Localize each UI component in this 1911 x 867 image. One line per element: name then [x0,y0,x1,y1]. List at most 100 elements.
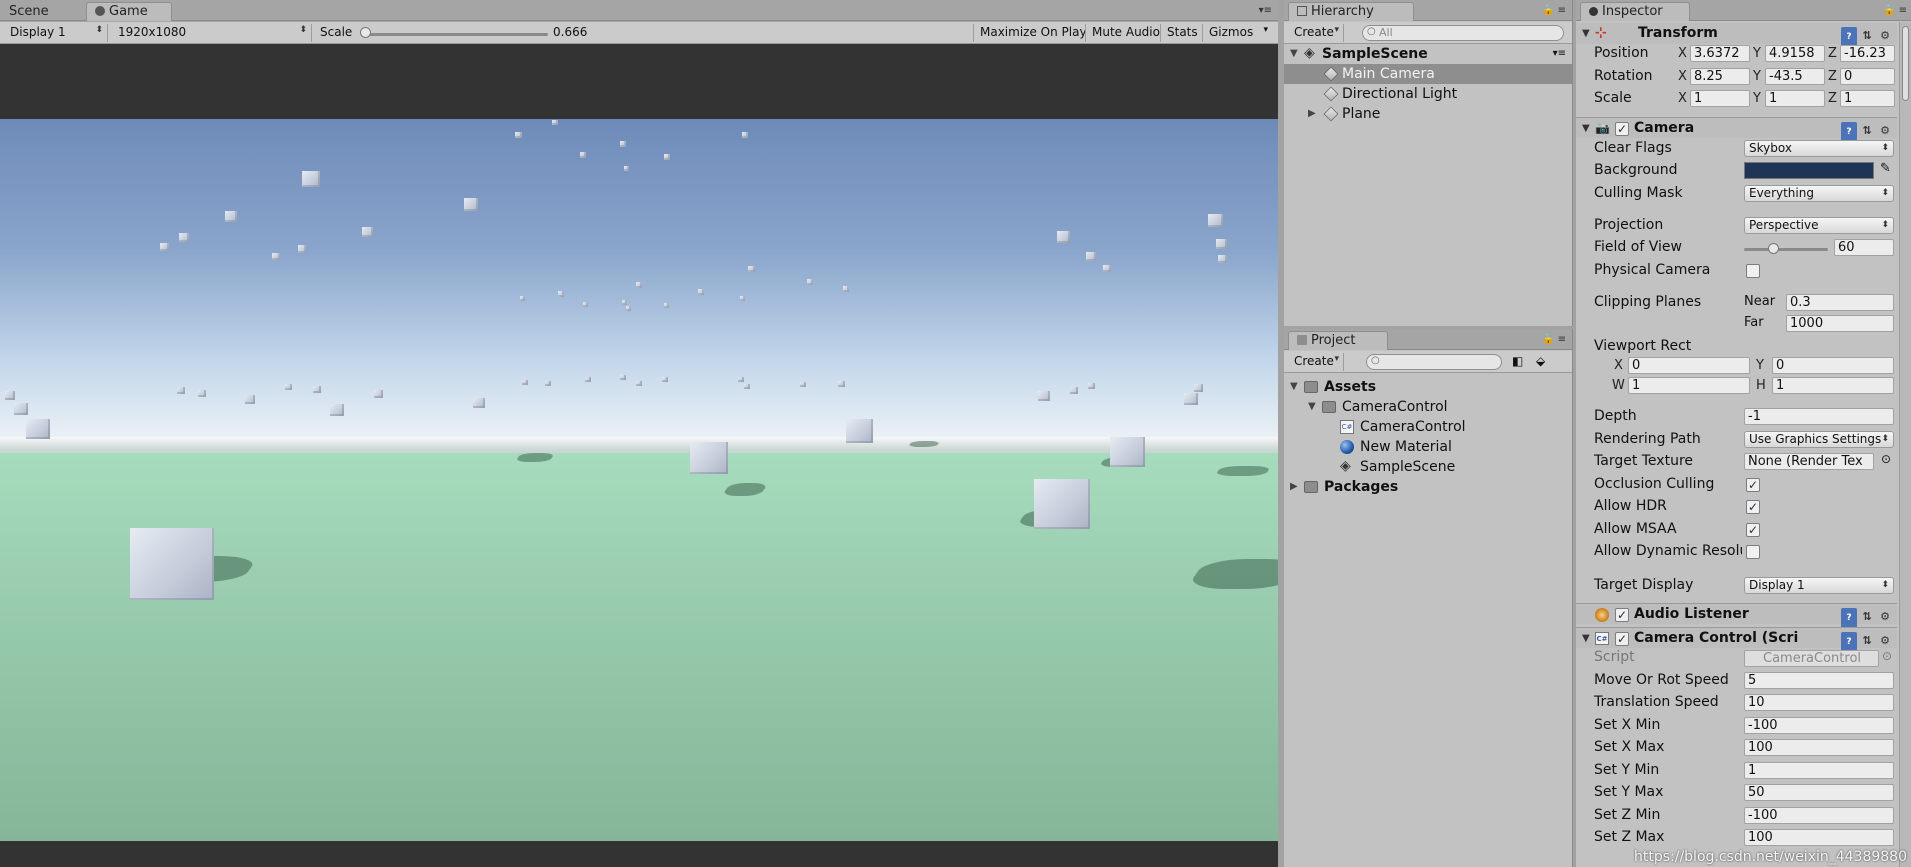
rotation-x-field[interactable]: 8.25 [1690,68,1750,85]
scale-slider-track[interactable] [362,33,548,36]
project-item-packages[interactable]: ▶ Packages [1284,477,1572,497]
fov-field[interactable]: 60 [1834,239,1894,256]
hierarchy-item-directional-light[interactable]: Directional Light [1284,84,1572,104]
help-icon[interactable]: ? [1841,608,1857,629]
set-x-min-field[interactable]: -100 [1744,717,1894,734]
project-item-new-material[interactable]: New Material [1284,437,1572,457]
audio-listener-header[interactable]: ✓ Audio Listener ? ⇅ ⚙ [1576,603,1897,629]
panel-menu-icon[interactable]: ▾≡ [1259,5,1272,16]
tab-inspector[interactable]: Inspector [1580,2,1690,21]
far-field[interactable]: 1000 [1786,315,1894,332]
game-viewport[interactable] [0,44,1278,867]
expand-arrow-icon[interactable]: ▼ [1290,377,1300,397]
set-z-max-field[interactable]: 100 [1744,829,1894,846]
camera-control-header[interactable]: ▼ C# ✓ Camera Control (Scri ? ⇅ ⚙ [1576,627,1897,653]
hierarchy-item-main-camera[interactable]: Main Camera [1284,64,1572,84]
target-texture-field[interactable]: None (Render Tex [1744,453,1874,470]
filter-by-type-icon[interactable]: ◧ [1512,354,1523,368]
gear-icon[interactable]: ⚙ [1877,630,1893,651]
allow-msaa-checkbox[interactable]: ✓ [1746,523,1760,537]
inspector-scrollbar[interactable] [1899,22,1911,867]
expand-arrow-icon[interactable]: ▼ [1290,44,1300,64]
fold-arrow-icon[interactable]: ▼ [1582,23,1590,44]
tab-hierarchy[interactable]: Hierarchy [1288,2,1414,21]
preset-icon[interactable]: ⇅ [1859,630,1875,651]
rendering-path-dropdown[interactable]: Use Graphics Settings [1744,431,1894,448]
set-x-max-field[interactable]: 100 [1744,739,1894,756]
target-display-dropdown[interactable]: Display 1 [1744,577,1894,594]
camera-header[interactable]: ▼ 📷 ✓ Camera ? ⇅ ⚙ [1576,117,1897,143]
hierarchy-search-input[interactable]: All [1362,25,1564,41]
rotation-z-field[interactable]: 0 [1840,68,1895,85]
viewport-w-field[interactable]: 1 [1628,377,1750,394]
position-y-field[interactable]: 4.9158 [1765,45,1825,62]
scrollbar-thumb[interactable] [1902,26,1909,101]
scene-menu-icon[interactable]: ▾≡ [1553,44,1566,64]
preset-icon[interactable]: ⇅ [1859,25,1875,46]
viewport-x-field[interactable]: 0 [1628,357,1750,374]
audio-listener-enabled-checkbox[interactable]: ✓ [1615,608,1629,622]
near-field[interactable]: 0.3 [1786,294,1894,311]
project-search-input[interactable] [1366,354,1502,370]
hierarchy-item-samplescene[interactable]: ▼ ◈ SampleScene ▾≡ [1284,44,1572,64]
culling-mask-dropdown[interactable]: Everything [1744,185,1894,202]
eyedropper-icon[interactable]: ✎ [1880,161,1891,176]
mute-audio-button[interactable]: Mute Audio [1085,24,1166,42]
maximize-on-play-button[interactable]: Maximize On Play [973,24,1093,42]
project-item-cameracontrol-script[interactable]: C# CameraControl [1284,417,1572,437]
scale-x-field[interactable]: 1 [1690,90,1750,107]
resolution-dropdown[interactable]: 1920x1080 ⬍ [112,24,312,42]
projection-dropdown[interactable]: Perspective [1744,217,1894,234]
script-field[interactable]: CameraControl [1744,650,1879,667]
expand-arrow-icon[interactable]: ▶ [1290,477,1300,497]
physical-camera-checkbox[interactable] [1746,264,1760,278]
tab-scene[interactable]: Scene [0,2,60,21]
fov-slider-knob[interactable] [1768,243,1779,254]
fold-arrow-icon[interactable]: ▼ [1582,118,1590,139]
set-y-min-field[interactable]: 1 [1744,762,1894,779]
allow-hdr-checkbox[interactable]: ✓ [1746,500,1760,514]
position-x-field[interactable]: 3.6372 [1690,45,1750,62]
set-z-min-field[interactable]: -100 [1744,807,1894,824]
gizmos-button[interactable]: Gizmos ▾ [1202,24,1272,42]
position-z-field[interactable]: -16.23 [1840,45,1895,62]
filter-by-label-icon[interactable]: ⬙ [1536,354,1545,368]
scale-slider-knob[interactable] [360,27,371,38]
clear-flags-dropdown[interactable]: Skybox [1744,140,1894,157]
panel-menu-icon[interactable]: 🔒 ≡ [1542,5,1566,16]
rotation-y-field[interactable]: -43.5 [1765,68,1825,85]
depth-field[interactable]: -1 [1744,408,1894,425]
preset-icon[interactable]: ⇅ [1859,120,1875,141]
set-y-max-field[interactable]: 50 [1744,784,1894,801]
tab-project[interactable]: Project [1288,331,1388,350]
project-item-assets[interactable]: ▼ Assets [1284,377,1572,397]
occlusion-culling-checkbox[interactable]: ✓ [1746,478,1760,492]
viewport-h-field[interactable]: 1 [1772,377,1894,394]
gear-icon[interactable]: ⚙ [1877,25,1893,46]
hierarchy-create-dropdown[interactable]: Create ▾ [1288,24,1344,42]
camera-enabled-checkbox[interactable]: ✓ [1615,122,1629,136]
display-dropdown[interactable]: Display 1 ⬍ [4,24,108,42]
tab-game[interactable]: Game [86,2,172,21]
allow-dynamic-resolution-checkbox[interactable] [1746,545,1760,559]
gear-icon[interactable]: ⚙ [1877,120,1893,141]
viewport-y-field[interactable]: 0 [1772,357,1894,374]
object-picker-icon[interactable]: ⊙ [1882,649,1892,663]
move-or-rot-speed-field[interactable]: 5 [1744,672,1894,689]
project-create-dropdown[interactable]: Create ▾ [1288,353,1344,371]
background-color-swatch[interactable] [1744,162,1874,179]
panel-menu-icon[interactable]: 🔒 ≡ [1542,334,1566,345]
fov-slider-track[interactable] [1744,248,1828,251]
preset-icon[interactable]: ⇅ [1859,606,1875,627]
fold-arrow-icon[interactable]: ▼ [1582,628,1590,649]
project-item-cameracontrol-folder[interactable]: ▼ CameraControl [1284,397,1572,417]
expand-arrow-icon[interactable]: ▶ [1308,104,1318,124]
translation-speed-field[interactable]: 10 [1744,694,1894,711]
stats-button[interactable]: Stats [1160,24,1204,42]
gear-icon[interactable]: ⚙ [1877,606,1893,627]
object-picker-icon[interactable]: ⊙ [1881,452,1891,466]
expand-arrow-icon[interactable]: ▼ [1308,397,1318,417]
camera-control-enabled-checkbox[interactable]: ✓ [1615,632,1629,646]
hierarchy-item-plane[interactable]: ▶ Plane [1284,104,1572,124]
scale-z-field[interactable]: 1 [1840,90,1895,107]
